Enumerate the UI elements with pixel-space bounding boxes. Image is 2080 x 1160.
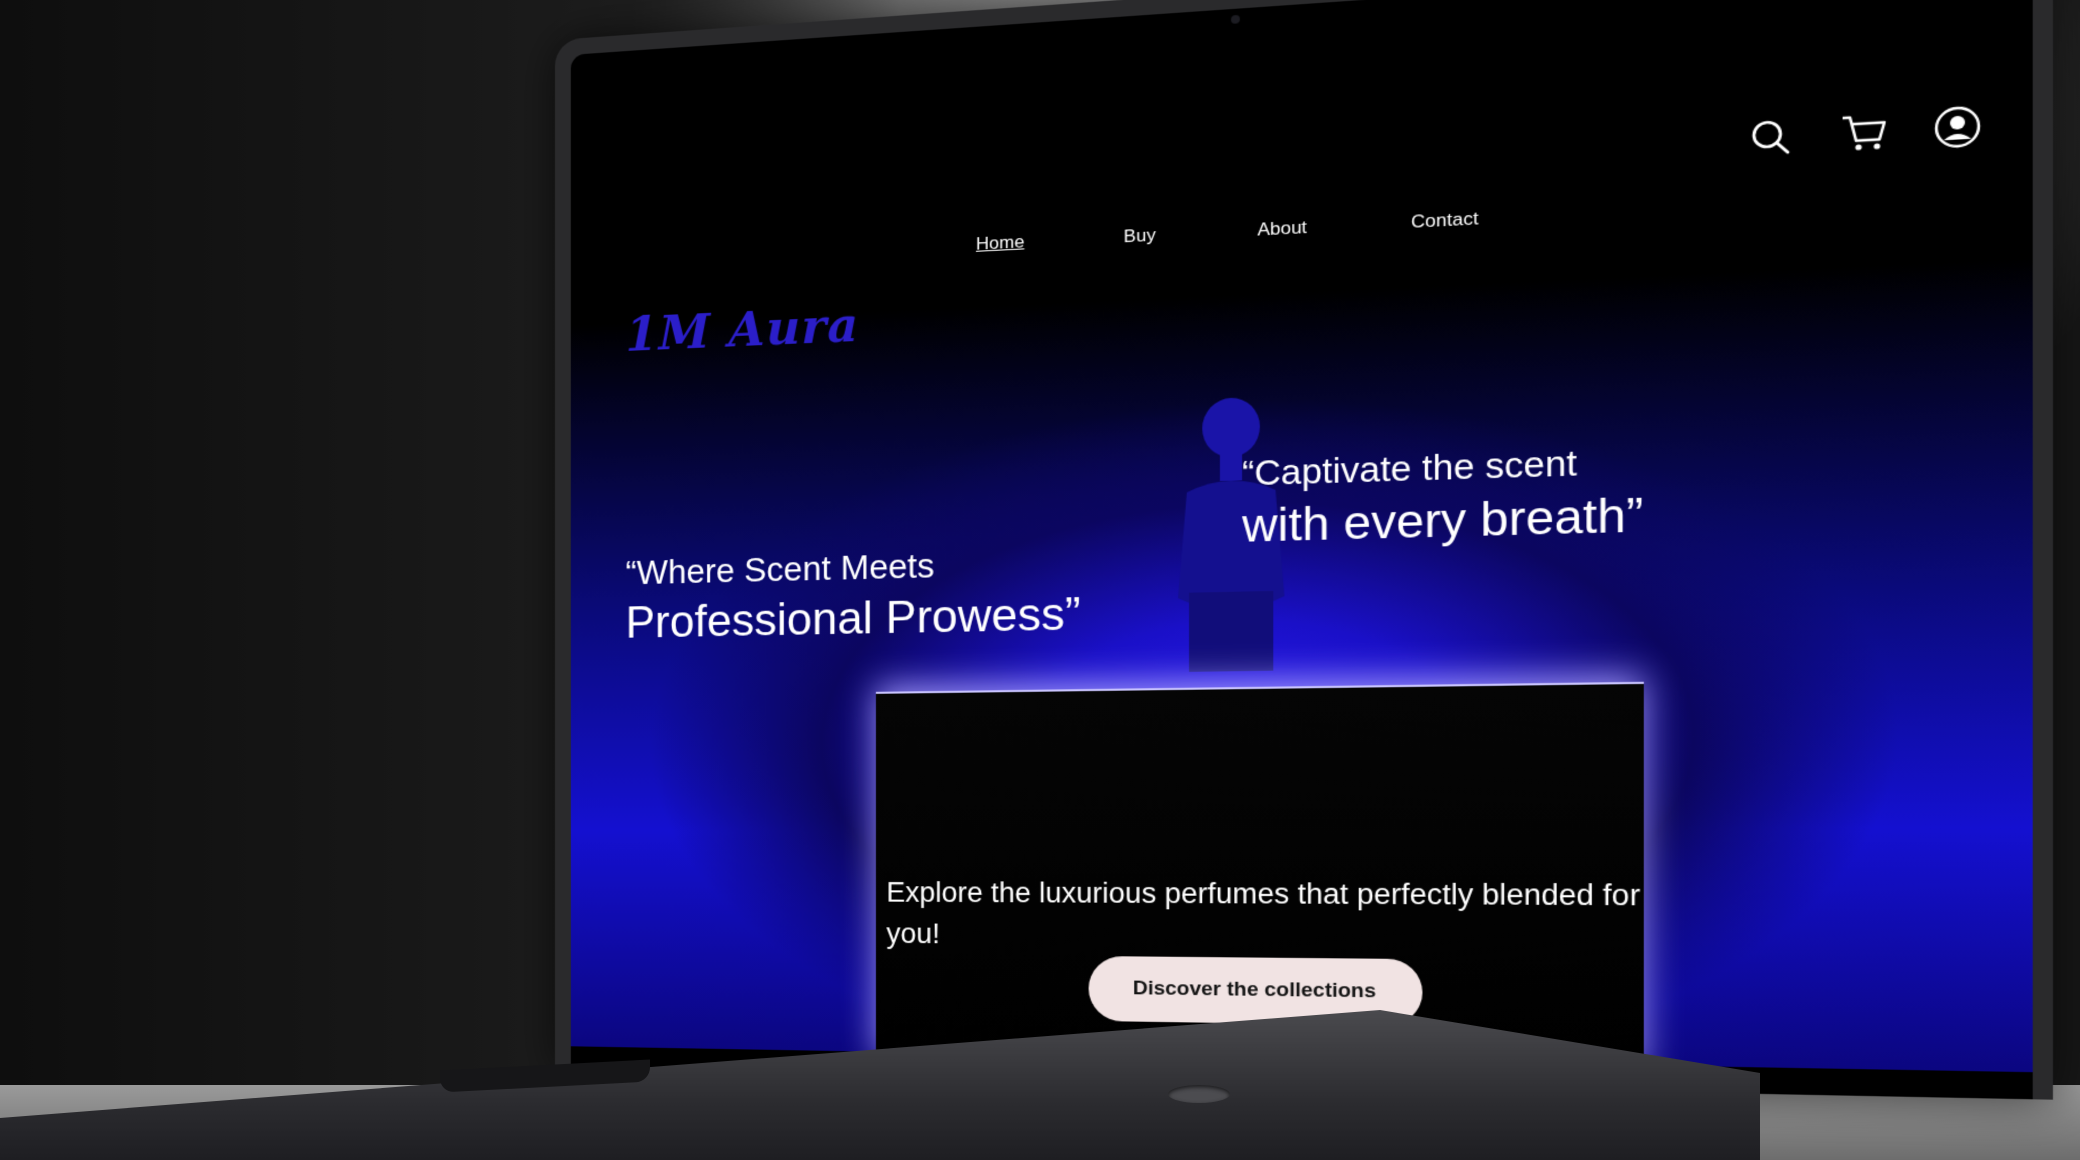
nav-item-contact[interactable]: Contact (1411, 208, 1478, 233)
main-nav: Home Buy About Contact (976, 208, 1478, 255)
brand-logo[interactable]: 1M Aura (626, 297, 860, 362)
nav-item-home[interactable]: Home (976, 232, 1024, 255)
hero-quote-right: “Captivate the scent with every breath” (1242, 441, 1643, 554)
camera-dot (1230, 14, 1240, 24)
mockup-scene: 1M Aura Home Buy About Contact “Where Sc… (0, 0, 2080, 1160)
laptop-rubber-foot (1168, 1085, 1230, 1103)
search-icon[interactable] (1747, 114, 1795, 161)
laptop-screen: 1M Aura Home Buy About Contact “Where Sc… (570, 0, 2033, 1100)
laptop-lid: 1M Aura Home Buy About Contact “Where Sc… (555, 0, 2053, 1100)
nav-item-about[interactable]: About (1257, 217, 1307, 241)
header-icons (1747, 103, 1983, 161)
nav-item-buy[interactable]: Buy (1124, 225, 1156, 248)
hero-quote-left-line2: Professional Prowess” (625, 588, 1081, 648)
cart-icon[interactable] (1839, 109, 1888, 156)
hero-quote-right-line2: with every breath” (1242, 488, 1644, 553)
hero-quote-left: “Where Scent Meets Professional Prowess” (626, 543, 1081, 649)
hero-tagline: Explore the luxurious perfumes that perf… (886, 876, 1641, 950)
user-icon[interactable] (1933, 103, 1983, 151)
